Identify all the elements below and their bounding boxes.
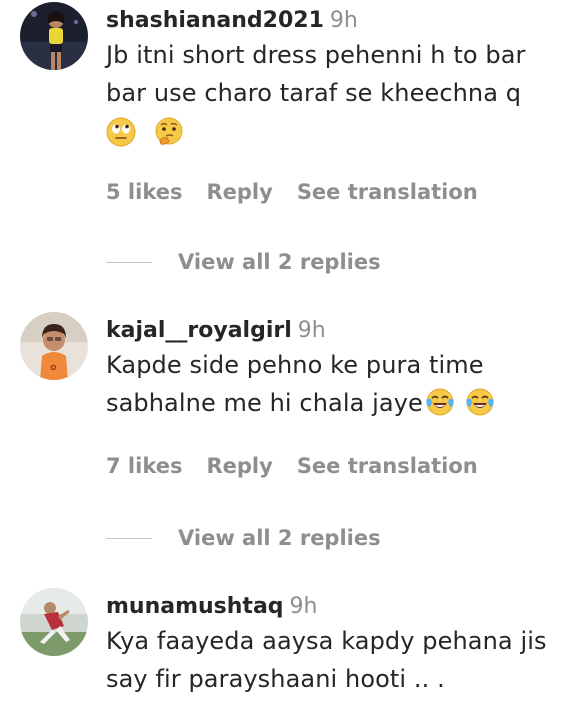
face-with-rolling-eyes-icon — [106, 117, 136, 147]
comment-text: Kya faayeda aaysa kapdy pehana jis say f… — [106, 622, 579, 698]
avatar-photo — [20, 2, 88, 70]
thinking-face-icon — [155, 117, 183, 145]
avatar-photo — [20, 588, 88, 656]
avatar[interactable] — [20, 2, 88, 70]
reply-button[interactable]: Reply — [206, 180, 272, 204]
view-replies-label: View all 2 replies — [178, 250, 381, 274]
avatar-photo: ✿ — [20, 312, 88, 380]
comment-timestamp[interactable]: 9h — [298, 318, 326, 343]
view-replies-label: View all 2 replies — [178, 526, 381, 550]
comment-text-line: sabhalne me hi chala jaye — [106, 389, 423, 417]
svg-text:✿: ✿ — [50, 363, 57, 372]
comment-text-line: Kapde side pehno ke pura time — [106, 351, 484, 379]
comment-username[interactable]: shashianand2021 — [106, 8, 324, 33]
view-replies-button[interactable]: View all 2 replies — [106, 526, 381, 550]
comment-item: shashianand2021 9h Jb itni short dress pe… — [0, 0, 587, 280]
comment-username[interactable]: munamushtaq — [106, 594, 284, 619]
see-translation-button[interactable]: See translation — [297, 454, 478, 478]
comment-username[interactable]: kajal__royalgirl — [106, 318, 292, 343]
likes-count[interactable]: 7 likes — [106, 454, 182, 478]
avatar[interactable]: ✿ — [20, 312, 88, 380]
view-replies-button[interactable]: View all 2 replies — [106, 250, 381, 274]
face-with-tears-of-joy-icon — [426, 388, 454, 416]
comment-text-line: say fir parayshaani hooti .. . — [106, 665, 445, 693]
comment-timestamp[interactable]: 9h — [290, 594, 318, 619]
comment-text-line: Kya faayeda aaysa kapdy pehana jis — [106, 627, 547, 655]
comment-timestamp[interactable]: 9h — [330, 8, 358, 33]
see-translation-button[interactable]: See translation — [297, 180, 478, 204]
face-with-tears-of-joy-icon — [466, 388, 494, 416]
divider — [106, 537, 152, 539]
comment-text-line: Jb itni short dress pehenni h to bar — [106, 41, 526, 69]
comment-text: Kapde side pehno ke pura time sabhalne m… — [106, 346, 579, 422]
comment-text-line: bar use charo taraf se kheechna q — [106, 79, 522, 107]
likes-count[interactable]: 5 likes — [106, 180, 182, 204]
comment-item: ✿ kajal__royalgirl 9h Kapde side pehno ke… — [0, 310, 587, 580]
divider — [106, 261, 152, 263]
reply-button[interactable]: Reply — [206, 454, 272, 478]
comment-text: Jb itni short dress pehenni h to bar bar… — [106, 36, 579, 154]
avatar[interactable] — [20, 588, 88, 656]
comment-item: munamushtaq 9h Kya faayeda aaysa kapdy pe… — [0, 586, 587, 726]
